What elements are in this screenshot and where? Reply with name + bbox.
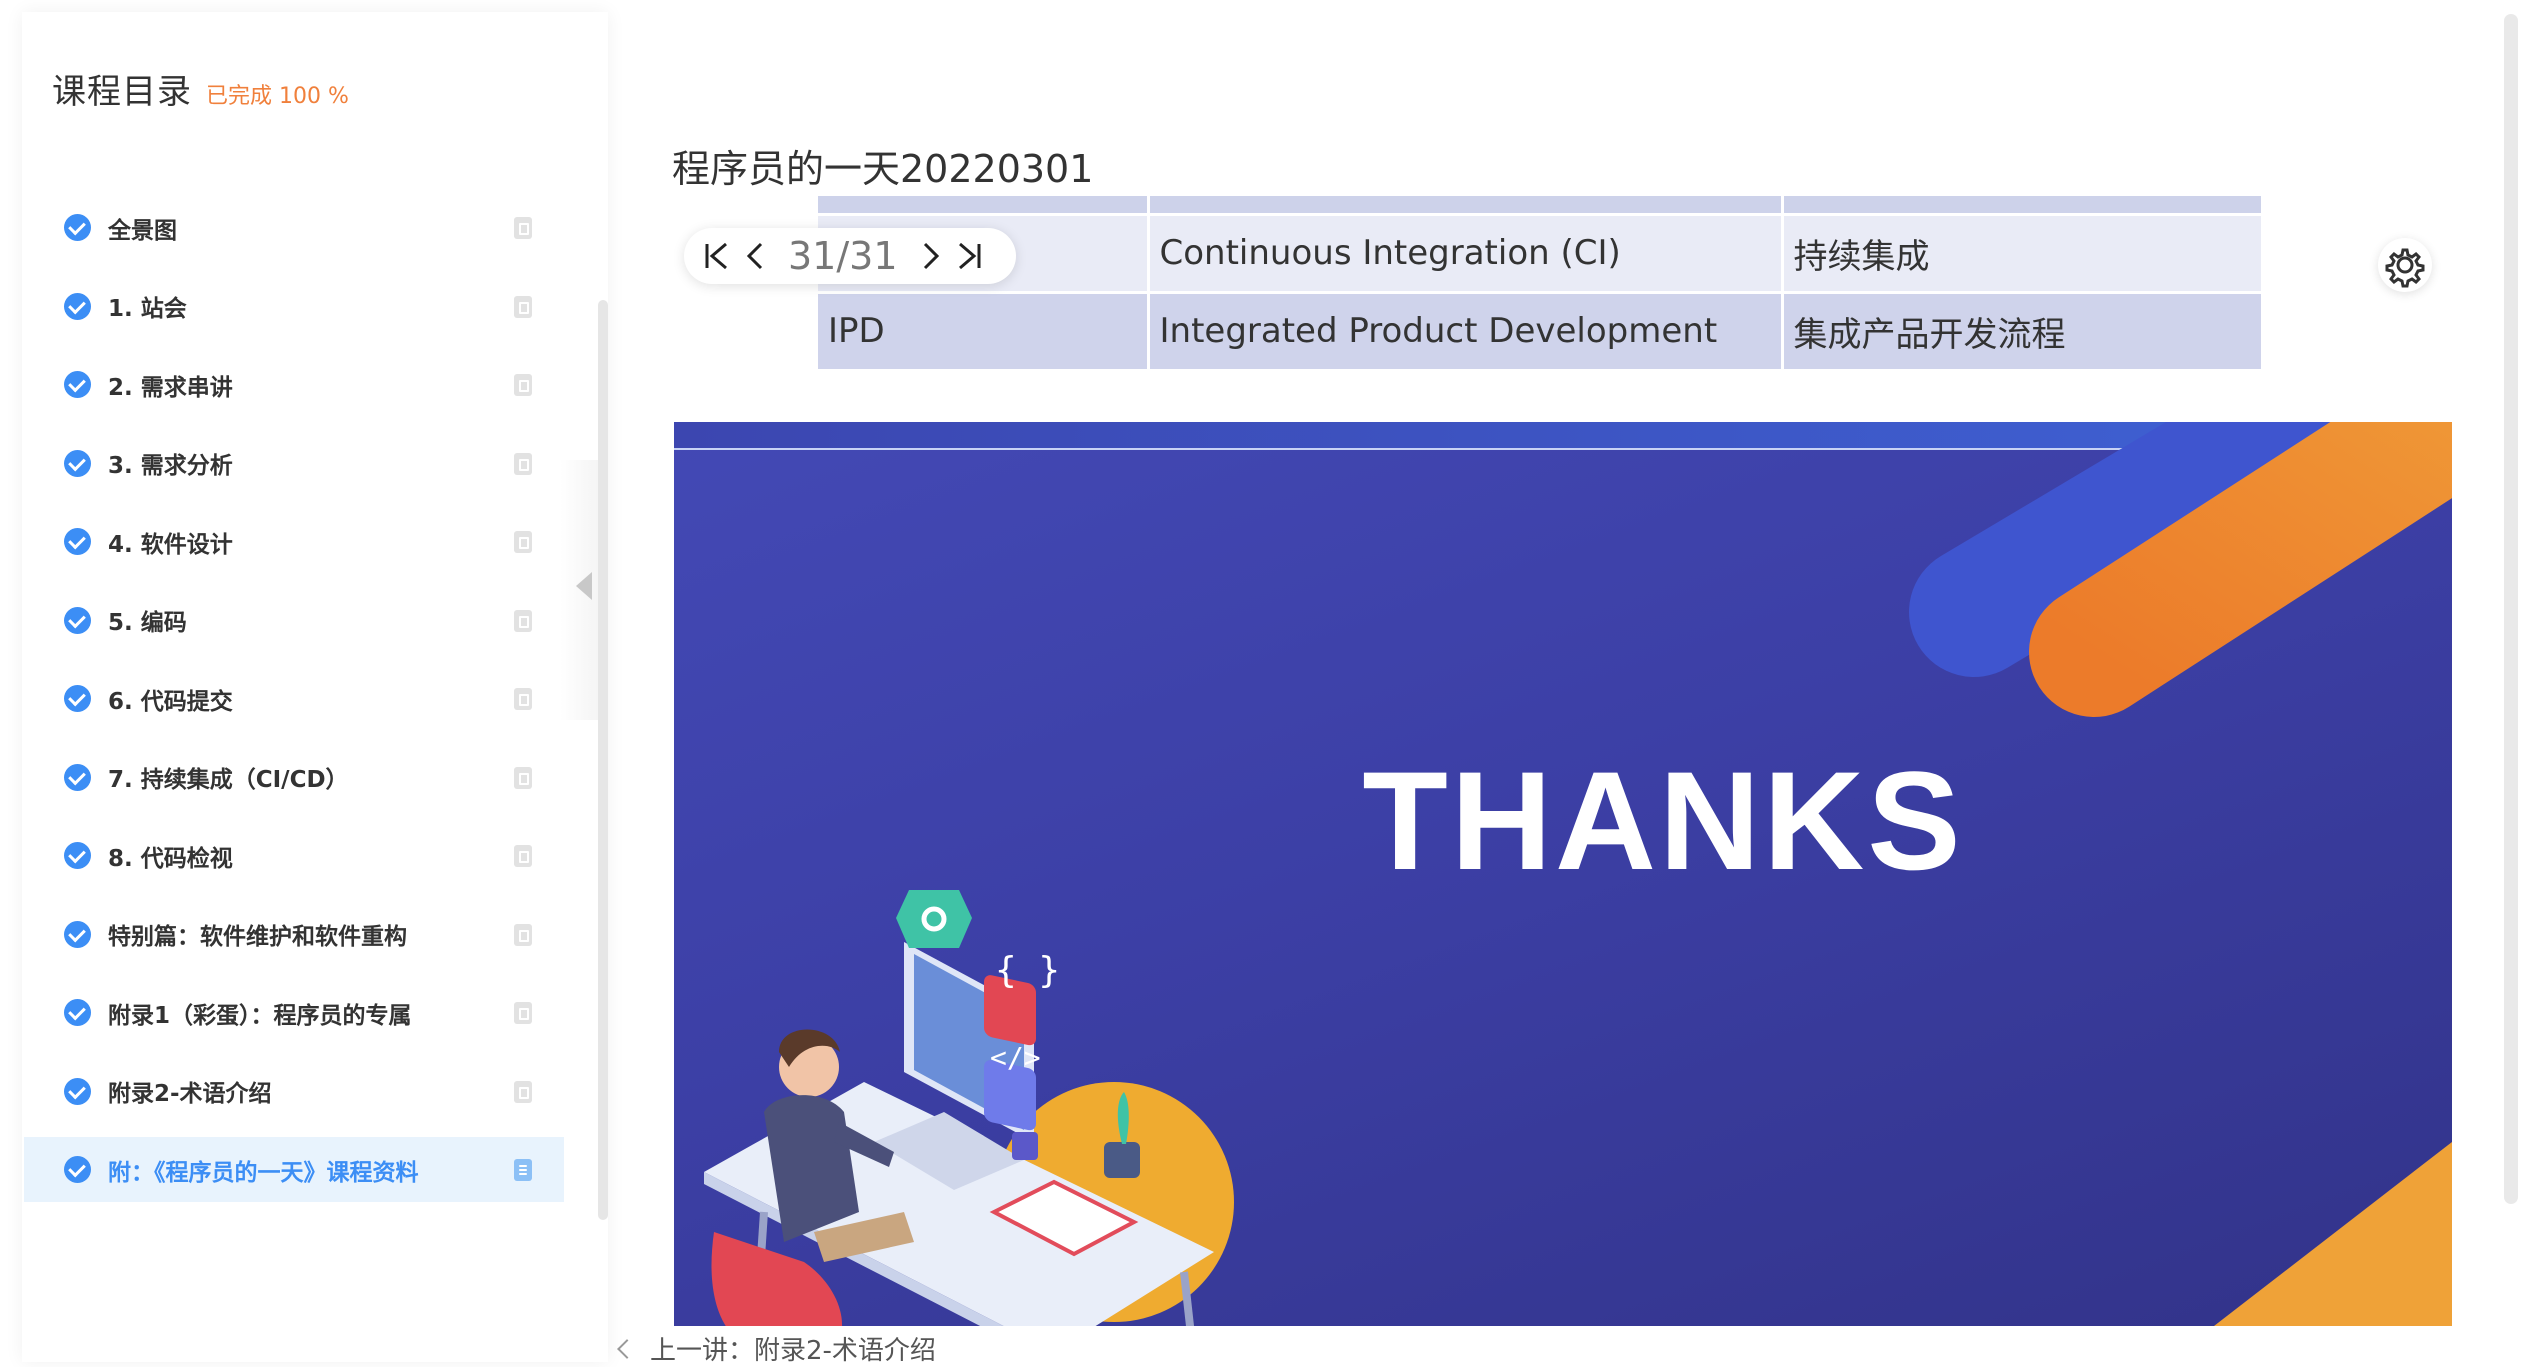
svg-text:{ }: { } xyxy=(995,950,1060,991)
gear-icon[interactable] xyxy=(2378,238,2432,292)
prev-page-icon[interactable] xyxy=(740,236,770,276)
course-catalog-sidebar: 课程目录 已完成 100 % 全景图 1. 站会 2. 需求串讲 3. 需求分析… xyxy=(22,12,608,1362)
current-page: 31 xyxy=(788,234,837,278)
table-row: IPD Integrated Product Development 集成产品开… xyxy=(818,292,2264,372)
document-icon[interactable] xyxy=(514,609,532,632)
table-cell: Continuous Integration (CI) xyxy=(1148,214,1784,294)
check-circle-icon xyxy=(64,999,91,1026)
check-circle-icon xyxy=(64,685,91,712)
lesson-item[interactable]: 4. 软件设计 xyxy=(24,509,564,574)
table-cell: IPD xyxy=(818,292,1150,372)
lesson-label: 1. 站会 xyxy=(108,296,187,322)
lesson-label: 特别篇：软件维护和软件重构 xyxy=(108,924,407,950)
page-separator: / xyxy=(836,234,850,278)
document-icon[interactable] xyxy=(514,845,532,867)
programmer-illustration: { } </> xyxy=(704,890,1214,1326)
check-circle-icon xyxy=(64,606,91,634)
check-circle-icon xyxy=(64,1156,91,1183)
check-circle-icon xyxy=(64,842,91,869)
progress-text: 已完成 100 % xyxy=(206,84,349,109)
lesson-label: 3. 需求分析 xyxy=(108,453,233,479)
chevron-left-icon xyxy=(617,1338,637,1359)
lesson-label: 附录2-术语介绍 xyxy=(108,1081,272,1107)
document-icon[interactable] xyxy=(514,295,532,318)
table-row xyxy=(818,196,2264,216)
lesson-label: 附录1（彩蛋）：程序员的专属 xyxy=(108,1002,412,1029)
document-icon[interactable] xyxy=(514,1002,532,1024)
check-circle-icon xyxy=(64,763,91,791)
lesson-item[interactable]: 3. 需求分析 xyxy=(24,431,564,496)
sidebar-title: 课程目录 xyxy=(52,72,192,112)
lesson-label: 附：《程序员的一天》课程资料 xyxy=(108,1159,419,1186)
previous-lesson-link[interactable]: 上一讲：附录2-术语介绍 xyxy=(617,1330,936,1367)
check-circle-icon xyxy=(64,920,91,948)
document-icon[interactable] xyxy=(514,374,532,396)
check-circle-icon xyxy=(64,449,91,477)
document-icon[interactable] xyxy=(514,766,532,789)
table-cell: Integrated Product Development xyxy=(1148,292,1784,372)
check-circle-icon xyxy=(64,292,91,320)
lesson-item[interactable]: 附录2-术语介绍 xyxy=(24,1059,564,1124)
lesson-list: 全景图 1. 站会 2. 需求串讲 3. 需求分析 4. 软件设计 5. 编码 … xyxy=(24,195,564,1216)
total-pages: 31 xyxy=(849,234,898,278)
slide-viewer[interactable]: THANKS { } </> xyxy=(674,422,2452,1326)
document-icon[interactable] xyxy=(514,1080,532,1103)
lesson-item[interactable]: 5. 编码 xyxy=(24,588,564,653)
lesson-label: 7. 持续集成（CI/CD） xyxy=(108,767,349,793)
table-cell: 集成产品开发流程 xyxy=(1782,292,2264,372)
document-icon[interactable] xyxy=(514,452,532,475)
lesson-item[interactable]: 附录1（彩蛋）：程序员的专属 xyxy=(24,980,564,1045)
document-icon[interactable] xyxy=(514,688,532,710)
page-title: 程序员的一天20220301 xyxy=(672,147,1094,191)
sidebar-header: 课程目录 已完成 100 % xyxy=(52,64,349,113)
lesson-item[interactable]: 1. 站会 xyxy=(24,274,564,339)
lesson-label: 8. 代码检视 xyxy=(108,845,233,872)
check-circle-icon xyxy=(64,214,91,241)
check-circle-icon xyxy=(64,371,91,398)
slide-thanks-text: THANKS xyxy=(1362,742,1964,899)
document-icon[interactable] xyxy=(514,531,532,553)
first-page-icon[interactable] xyxy=(702,236,732,276)
lesson-item[interactable]: 8. 代码检视 xyxy=(24,823,564,888)
lesson-item[interactable]: 特别篇：软件维护和软件重构 xyxy=(24,902,564,967)
lesson-label: 5. 编码 xyxy=(108,610,187,636)
slide-pager: 31/31 xyxy=(684,228,1016,284)
previous-lesson-label: 上一讲：附录2-术语介绍 xyxy=(650,1336,936,1366)
terms-table: Continuous Integration (CI) 持续集成 IPD Int… xyxy=(818,196,2264,372)
lesson-item[interactable]: 7. 持续集成（CI/CD） xyxy=(24,745,564,810)
lesson-label: 6. 代码提交 xyxy=(108,688,233,715)
svg-text:</>: </> xyxy=(990,1041,1041,1074)
lesson-item[interactable]: 2. 需求串讲 xyxy=(24,352,564,417)
main-scrollbar[interactable] xyxy=(2504,14,2518,1204)
document-icon[interactable] xyxy=(514,923,532,946)
table-cell: 持续集成 xyxy=(1782,214,2264,294)
page-indicator[interactable]: 31/31 xyxy=(788,234,898,278)
document-icon[interactable] xyxy=(514,217,532,239)
lesson-label: 全景图 xyxy=(108,217,177,244)
collapse-arrow-icon[interactable] xyxy=(576,572,592,600)
document-icon[interactable] xyxy=(514,1159,532,1181)
check-circle-icon xyxy=(64,528,91,555)
table-row: Continuous Integration (CI) 持续集成 xyxy=(818,214,2264,294)
check-circle-icon xyxy=(64,1077,91,1105)
lesson-label: 4. 软件设计 xyxy=(108,531,233,558)
lesson-item[interactable]: 全景图 xyxy=(24,195,564,260)
next-page-icon[interactable] xyxy=(916,236,946,276)
lesson-label: 2. 需求串讲 xyxy=(108,374,233,401)
last-page-icon[interactable] xyxy=(954,236,984,276)
sidebar-scrollbar[interactable] xyxy=(598,300,608,1220)
lesson-item-active[interactable]: 附：《程序员的一天》课程资料 xyxy=(24,1137,564,1202)
lesson-item[interactable]: 6. 代码提交 xyxy=(24,666,564,731)
